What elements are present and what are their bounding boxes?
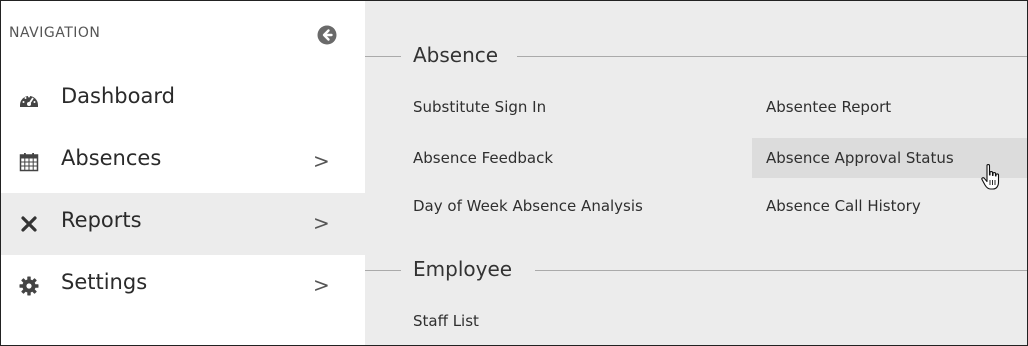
link-substitute-sign-in[interactable]: Substitute Sign In: [413, 87, 546, 127]
divider: [517, 56, 1027, 57]
close-x-icon: [19, 214, 39, 234]
link-day-of-week-absence-analysis[interactable]: Day of Week Absence Analysis: [413, 186, 643, 226]
sidebar-header: NAVIGATION: [1, 1, 365, 69]
chevron-right-icon: >: [313, 211, 330, 235]
navigation-sidebar: NAVIGATION Dashboard Absences > Reports …: [1, 1, 365, 345]
gear-icon: [19, 276, 39, 296]
sidebar-item-settings[interactable]: Settings >: [1, 255, 365, 317]
divider: [365, 56, 401, 57]
link-absence-call-history[interactable]: Absence Call History: [766, 186, 921, 226]
sidebar-title: NAVIGATION: [9, 25, 101, 41]
sidebar-item-reports[interactable]: Reports >: [1, 193, 365, 255]
circle-arrow-left-icon[interactable]: [317, 25, 337, 45]
divider: [365, 270, 401, 271]
reports-panel: Absence Substitute Sign In Absentee Repo…: [365, 1, 1027, 345]
section-title: Absence: [413, 43, 499, 67]
link-absence-feedback[interactable]: Absence Feedback: [413, 138, 553, 178]
hand-pointer-icon: [979, 163, 1005, 193]
link-staff-list[interactable]: Staff List: [413, 301, 479, 341]
sidebar-item-absences[interactable]: Absences >: [1, 131, 365, 193]
section-heading-absence: Absence: [365, 41, 1027, 71]
sidebar-item-dashboard[interactable]: Dashboard: [1, 69, 365, 131]
dashboard-icon: [19, 90, 39, 110]
section-title: Employee: [413, 257, 513, 281]
sidebar-item-label: Absences: [61, 146, 162, 170]
sidebar-item-label: Dashboard: [61, 84, 175, 108]
sidebar-item-label: Reports: [61, 208, 142, 232]
chevron-right-icon: >: [313, 149, 330, 173]
link-absentee-report[interactable]: Absentee Report: [766, 87, 891, 127]
calendar-icon: [19, 152, 39, 172]
chevron-right-icon: >: [313, 273, 330, 297]
divider: [535, 270, 1027, 271]
section-heading-employee: Employee: [365, 255, 1027, 285]
app-frame: NAVIGATION Dashboard Absences > Reports …: [0, 0, 1028, 346]
sidebar-item-label: Settings: [61, 270, 148, 294]
